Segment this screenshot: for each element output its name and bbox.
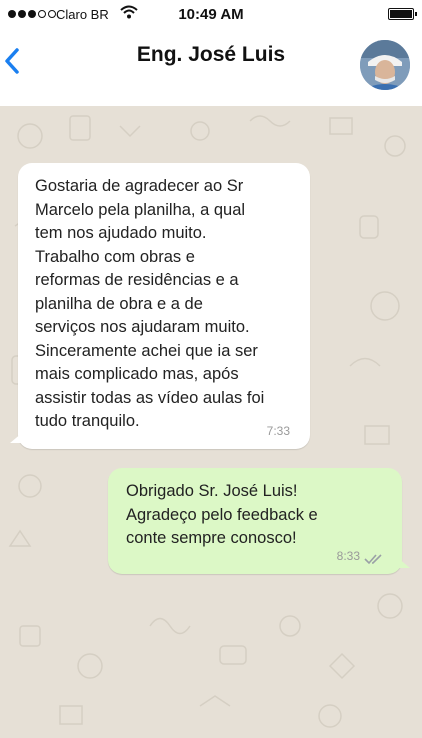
- message-line: Agradeço pelo feedback e: [126, 505, 318, 524]
- message-line: Sinceramente achei que ia ser: [35, 341, 258, 360]
- message-bubble-outgoing[interactable]: Obrigado Sr. José Luis! Agradeço pelo fe…: [108, 468, 410, 574]
- battery-icon: [388, 8, 417, 20]
- status-bar: Claro BR 10:49 AM: [0, 0, 422, 30]
- message-line: reformas de residências e a: [35, 271, 239, 289]
- message-line: Obrigado Sr. José Luis!: [126, 482, 298, 500]
- message-bubble-incoming[interactable]: Gostaria de agradecer ao Sr Marcelo pela…: [10, 163, 310, 449]
- message-line: serviços nos ajudaram muito.: [35, 318, 250, 336]
- message-line: Marcelo pela planilha, a qual: [35, 200, 246, 219]
- message-line: tudo tranquilo.: [35, 412, 140, 430]
- message-time: 7:33: [266, 423, 290, 438]
- double-check-icon: [364, 554, 382, 565]
- message-time: 8:33: [336, 548, 360, 563]
- message-line: tem nos ajudado muito.: [35, 224, 207, 242]
- message-line: planilha de obra e a de: [35, 294, 203, 313]
- message-text: Gostaria de agradecer ao Sr Marcelo pela…: [35, 175, 294, 434]
- message-line: conte sempre conosco!: [126, 529, 297, 547]
- chat-header: Eng. José Luis: [0, 30, 422, 106]
- message-line: assistir todas as vídeo aulas foi: [35, 388, 265, 407]
- bubble-tail: [10, 433, 22, 443]
- message-line: Gostaria de agradecer ao Sr: [35, 177, 244, 195]
- chat-area[interactable]: Gostaria de agradecer ao Sr Marcelo pela…: [0, 106, 422, 738]
- contact-avatar[interactable]: [360, 40, 410, 90]
- message-line: Trabalho com obras e: [35, 247, 195, 266]
- status-time: 10:49 AM: [178, 6, 244, 23]
- message-text: Obrigado Sr. José Luis! Agradeço pelo fe…: [126, 480, 382, 551]
- message-line: mais complicado mas, após: [35, 365, 239, 383]
- contact-name[interactable]: Eng. José Luis: [0, 43, 422, 67]
- bubble-tail: [398, 558, 410, 568]
